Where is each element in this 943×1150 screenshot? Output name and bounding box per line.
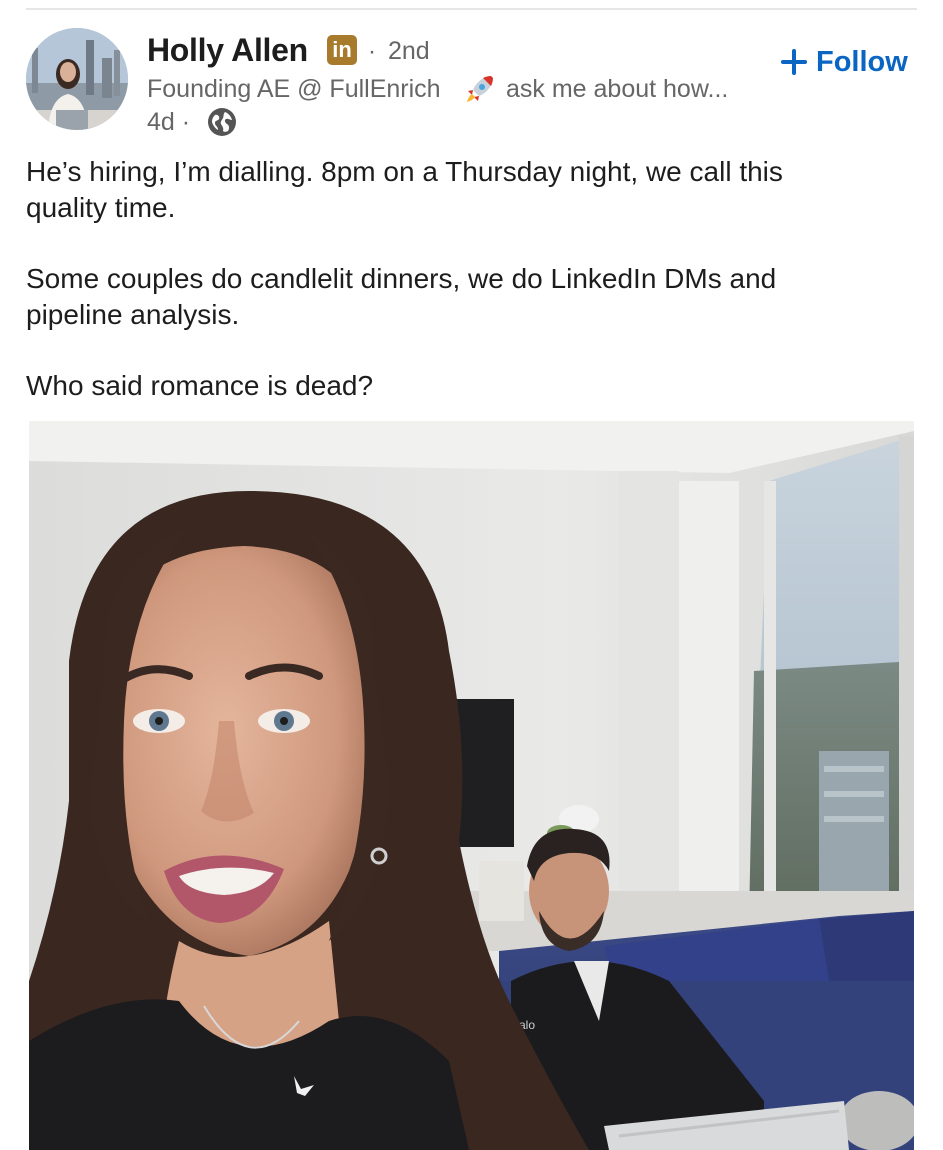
author-headline-continued[interactable]: ask me about how...: [506, 73, 728, 105]
post-image[interactable]: alo: [29, 421, 914, 1150]
post-time: 4d ·: [147, 106, 190, 138]
post-text-line: Who said romance is dead?: [26, 370, 374, 401]
connection-degree: 2nd: [388, 37, 430, 65]
author-headline[interactable]: Founding AE @ FullEnrich: [147, 73, 441, 105]
post-text-line: pipeline analysis.: [26, 299, 240, 330]
linkedin-premium-badge-icon: in: [327, 35, 357, 65]
top-divider: [26, 8, 917, 10]
globe-icon: [208, 108, 236, 136]
post-text-line: He’s hiring, I’m dialling. 8pm on a Thur…: [26, 156, 783, 187]
post-text-paragraph-3: Who said romance is dead?: [26, 368, 906, 404]
follow-button[interactable]: Follow: [780, 42, 908, 82]
author-name[interactable]: Holly Allen: [147, 30, 308, 70]
post-text-paragraph-1: He’s hiring, I’m dialling. 8pm on a Thur…: [26, 154, 906, 226]
post-text-line: Some couples do candlelit dinners, we do…: [26, 263, 777, 294]
post-time-value: 4d: [147, 108, 175, 136]
author-avatar[interactable]: [26, 28, 128, 130]
degree-separator: ·: [368, 38, 376, 65]
rocket-icon: [467, 76, 493, 102]
follow-label: Follow: [816, 45, 908, 78]
plus-icon: [780, 48, 808, 76]
post-time-separator: ·: [181, 108, 191, 136]
post-text-paragraph-2: Some couples do candlelit dinners, we do…: [26, 261, 906, 333]
post-text-line: quality time.: [26, 192, 176, 223]
